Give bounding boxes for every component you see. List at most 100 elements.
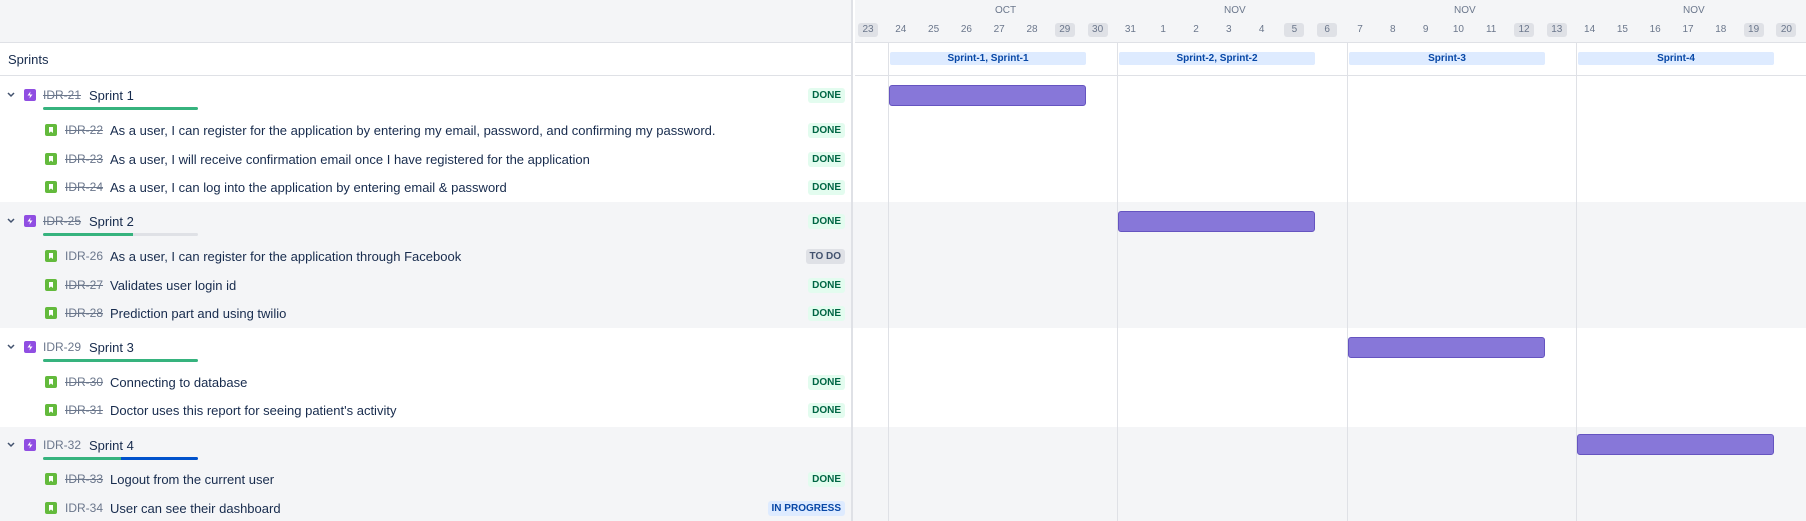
epic-row[interactable]: IDR-21 Sprint 1 DONE	[0, 82, 853, 108]
day-label: 14	[1584, 24, 1596, 35]
epic-row[interactable]: IDR-25 Sprint 2 DONE	[0, 208, 853, 234]
issue-title[interactable]: Prediction part and using twilio	[110, 306, 286, 321]
day-label: 7	[1357, 24, 1363, 35]
chevron-down-icon[interactable]	[6, 342, 16, 352]
story-row[interactable]: IDR-22 As a user, I can register for the…	[0, 117, 853, 143]
story-row[interactable]: IDR-31 Doctor uses this report for seein…	[0, 397, 853, 423]
issue-key[interactable]: IDR-24	[65, 180, 103, 194]
day-label: 5	[1284, 23, 1305, 37]
chevron-down-icon[interactable]	[6, 216, 16, 226]
issue-title[interactable]: Logout from the current user	[110, 472, 274, 487]
sprint-pill[interactable]: Sprint-2, Sprint-2	[1119, 52, 1315, 65]
issue-title[interactable]: Doctor uses this report for seeing patie…	[110, 403, 396, 418]
issue-title[interactable]: Connecting to database	[110, 375, 247, 390]
bookmark-icon	[45, 376, 57, 388]
issue-key[interactable]: IDR-28	[65, 306, 103, 320]
epic-icon	[24, 439, 36, 451]
issue-title[interactable]: As a user, I will receive confirmation e…	[110, 152, 590, 167]
day-label: 13	[1546, 23, 1567, 37]
epic-icon	[24, 215, 36, 227]
status-badge: DONE	[808, 213, 845, 229]
issue-key[interactable]: IDR-22	[65, 123, 103, 137]
issue-key[interactable]: IDR-34	[65, 501, 103, 515]
day-label: 18	[1715, 24, 1727, 35]
sprints-row: Sprints	[0, 43, 851, 76]
status-badge: IN PROGRESS	[767, 500, 845, 516]
issue-title[interactable]: Sprint 4	[89, 438, 134, 453]
issue-key[interactable]: IDR-29	[43, 340, 81, 354]
issue-title[interactable]: Sprint 3	[89, 340, 134, 355]
bookmark-icon	[45, 181, 57, 193]
progress-bar	[43, 457, 198, 460]
epic-timeline-bar[interactable]	[1348, 337, 1545, 358]
epic-timeline-bar[interactable]	[889, 85, 1086, 106]
epic-row[interactable]: IDR-32 Sprint 4	[0, 432, 853, 458]
epic-icon	[24, 341, 36, 353]
chevron-down-icon[interactable]	[6, 90, 16, 100]
issue-title[interactable]: Sprint 1	[89, 88, 134, 103]
day-label: 29	[1054, 23, 1075, 37]
day-label: 6	[1317, 23, 1338, 37]
sprints-label: Sprints	[8, 51, 49, 67]
issue-key[interactable]: IDR-30	[65, 375, 103, 389]
week-divider	[888, 43, 889, 521]
issue-title[interactable]: Validates user login id	[110, 278, 236, 293]
story-row[interactable]: IDR-30 Connecting to database DONE	[0, 369, 853, 395]
epic-row[interactable]: IDR-29 Sprint 3	[0, 334, 853, 360]
sprint-pill[interactable]: Sprint-3	[1349, 52, 1545, 65]
month-label: OCT	[995, 5, 1017, 16]
status-badge: DONE	[808, 151, 845, 167]
day-label: 16	[1649, 24, 1661, 35]
status-badge: DONE	[808, 305, 845, 321]
status-badge: DONE	[808, 122, 845, 138]
issue-list-panel: Sprints IDR-21 Sprint 1 DONE IDR-22 As a…	[0, 0, 853, 521]
day-label: 30	[1087, 23, 1108, 37]
status-badge: DONE	[808, 471, 845, 487]
progress-bar	[43, 359, 198, 362]
day-label: 17	[1682, 24, 1694, 35]
day-label: 15	[1616, 24, 1628, 35]
status-badge: DONE	[808, 374, 845, 390]
issue-key[interactable]: IDR-27	[65, 278, 103, 292]
bookmark-icon	[45, 250, 57, 262]
month-label: NOV	[1683, 5, 1705, 16]
story-row[interactable]: IDR-34 User can see their dashboard IN P…	[0, 495, 853, 521]
bookmark-icon	[45, 279, 57, 291]
issue-title[interactable]: As a user, I can register for the applic…	[110, 123, 716, 138]
story-row[interactable]: IDR-26 As a user, I can register for the…	[0, 243, 853, 269]
issue-key[interactable]: IDR-33	[65, 472, 103, 486]
day-label: 20	[1776, 23, 1797, 37]
sprint-pill[interactable]: Sprint-4	[1578, 52, 1774, 65]
day-label: 28	[1026, 24, 1038, 35]
status-badge: DONE	[808, 402, 845, 418]
issue-title[interactable]: User can see their dashboard	[110, 501, 281, 516]
issue-key[interactable]: IDR-25	[43, 214, 81, 228]
sprint-pill[interactable]: Sprint-1, Sprint-1	[890, 52, 1086, 65]
status-badge: DONE	[808, 277, 845, 293]
epic-timeline-bar[interactable]	[1577, 434, 1774, 455]
epic-timeline-bar[interactable]	[1118, 211, 1315, 232]
month-label: NOV	[1224, 5, 1246, 16]
issue-key[interactable]: IDR-26	[65, 249, 103, 263]
day-label: 24	[895, 24, 907, 35]
issue-title[interactable]: Sprint 2	[89, 214, 134, 229]
epic-icon	[24, 89, 36, 101]
story-row[interactable]: IDR-28 Prediction part and using twilio …	[0, 300, 853, 326]
issue-key[interactable]: IDR-31	[65, 403, 103, 417]
story-row[interactable]: IDR-33 Logout from the current user DONE	[0, 466, 853, 492]
story-row[interactable]: IDR-23 As a user, I will receive confirm…	[0, 146, 853, 172]
story-row[interactable]: IDR-27 Validates user login id DONE	[0, 272, 853, 298]
issue-title[interactable]: As a user, I can log into the applicatio…	[110, 180, 507, 195]
bookmark-icon	[45, 404, 57, 416]
issue-key[interactable]: IDR-32	[43, 438, 81, 452]
bookmark-icon	[45, 124, 57, 136]
issue-title[interactable]: As a user, I can register for the applic…	[110, 249, 461, 264]
day-label: 4	[1258, 24, 1265, 35]
bookmark-icon	[45, 307, 57, 319]
chevron-down-icon[interactable]	[6, 440, 16, 450]
story-row[interactable]: IDR-24 As a user, I can log into the app…	[0, 174, 853, 200]
progress-bar	[43, 107, 198, 110]
day-label: 27	[993, 24, 1005, 35]
issue-key[interactable]: IDR-23	[65, 152, 103, 166]
issue-key[interactable]: IDR-21	[43, 88, 81, 102]
